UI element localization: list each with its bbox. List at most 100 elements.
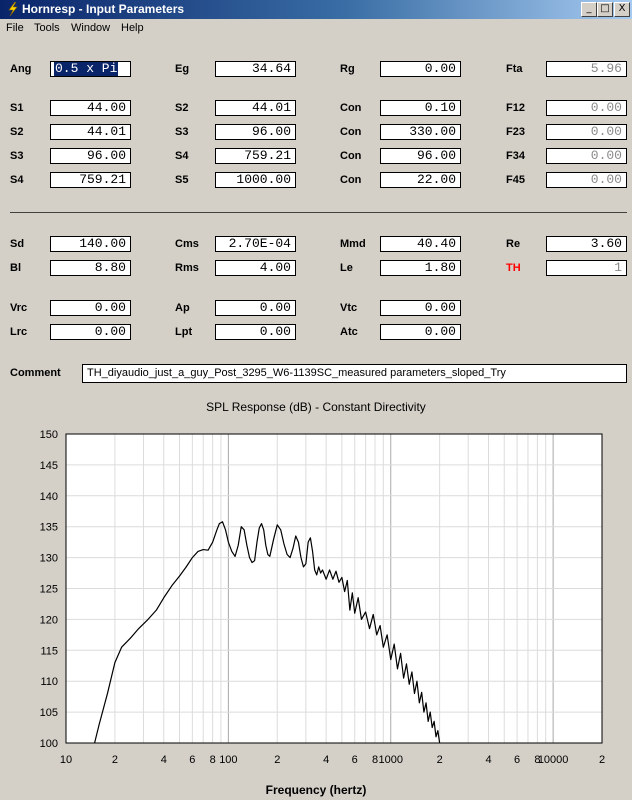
minimize-button[interactable]: _: [581, 2, 597, 17]
field-ap[interactable]: 0.00: [215, 300, 296, 316]
y-tick-label: 110: [40, 676, 58, 688]
label-rg: Rg: [340, 63, 355, 75]
x-tick-label: 2: [437, 754, 443, 766]
field-mmd[interactable]: 40.40: [380, 236, 461, 252]
close-button[interactable]: X: [614, 2, 630, 17]
y-tick-label: 115: [40, 645, 58, 657]
label-f45: F45: [506, 174, 525, 186]
label-comment: Comment: [10, 367, 61, 379]
label-s3-mid: S3: [175, 126, 189, 138]
field-ang[interactable]: 0.5 x Pi: [50, 61, 131, 77]
y-tick-label: 120: [40, 614, 58, 626]
chart-title: SPL Response (dB) - Constant Directivity: [206, 400, 426, 414]
field-f23[interactable]: 0.00: [546, 124, 627, 140]
label-lpt: Lpt: [175, 326, 193, 338]
label-s2-mid: S2: [175, 102, 189, 114]
maximize-button[interactable]: □: [597, 2, 613, 17]
field-s5[interactable]: 1000.00: [215, 172, 296, 188]
y-tick-label: 105: [40, 707, 58, 719]
label-vtc: Vtc: [340, 302, 358, 314]
menu-window[interactable]: Window: [71, 22, 110, 34]
field-s2-mid[interactable]: 44.01: [215, 100, 296, 116]
x-tick-label: 10000: [538, 754, 569, 766]
comment-field[interactable]: TH_diyaudio_just_a_guy_Post_3295_W6-1139…: [82, 364, 627, 383]
label-s1: S1: [10, 102, 24, 114]
spl-response-panel: 100 105 110 115 120 125 130 135 140 145 150 10 2 4 6 8 1…: [0, 389, 632, 800]
x-tick-label: 2: [274, 754, 280, 766]
label-th: TH: [506, 262, 521, 274]
field-vrc[interactable]: 0.00: [50, 300, 131, 316]
x-tick-label: 100: [219, 754, 237, 766]
y-tick-label: 140: [40, 491, 58, 503]
x-tick-label: 1000: [379, 754, 403, 766]
field-s4-mid[interactable]: 759.21: [215, 148, 296, 164]
label-cms: Cms: [175, 238, 199, 250]
field-cms[interactable]: 2.70E-04: [215, 236, 296, 252]
x-tick-label: 6: [352, 754, 358, 766]
field-f34[interactable]: 0.00: [546, 148, 627, 164]
label-con-2: Con: [340, 126, 362, 138]
menu-bar: File Tools Window Help: [0, 19, 632, 38]
title-bar[interactable]: Hornresp - Input Parameters _ □ X: [0, 0, 632, 19]
label-f34: F34: [506, 150, 525, 162]
field-lpt[interactable]: 0.00: [215, 324, 296, 340]
label-s3: S3: [10, 150, 24, 162]
field-f12[interactable]: 0.00: [546, 100, 627, 116]
field-con-2[interactable]: 330.00: [380, 124, 461, 140]
field-s3-mid[interactable]: 96.00: [215, 124, 296, 140]
field-s2[interactable]: 44.01: [50, 124, 131, 140]
field-sd[interactable]: 140.00: [50, 236, 131, 252]
menu-file[interactable]: File: [6, 22, 24, 34]
label-eg: Eg: [175, 63, 190, 75]
x-tick-label: 8: [372, 754, 378, 766]
label-vrc: Vrc: [10, 302, 28, 314]
label-le: Le: [340, 262, 353, 274]
section-divider: [10, 212, 627, 213]
field-rms[interactable]: 4.00: [215, 260, 296, 276]
field-eg[interactable]: 34.64: [215, 61, 296, 77]
label-ap: Ap: [175, 302, 190, 314]
label-s5: S5: [175, 174, 189, 186]
field-th[interactable]: 1: [546, 260, 627, 276]
field-s1[interactable]: 44.00: [50, 100, 131, 116]
label-bl: Bl: [10, 262, 21, 274]
label-mmd: Mmd: [340, 238, 366, 250]
field-ang-value: 0.5 x Pi: [54, 61, 119, 76]
field-bl[interactable]: 8.80: [50, 260, 131, 276]
field-s4[interactable]: 759.21: [50, 172, 131, 188]
label-lrc: Lrc: [10, 326, 28, 338]
y-tick-label: 135: [40, 522, 58, 534]
field-re[interactable]: 3.60: [546, 236, 627, 252]
field-con-3[interactable]: 96.00: [380, 148, 461, 164]
field-s3[interactable]: 96.00: [50, 148, 131, 164]
field-fta[interactable]: 5.96: [546, 61, 627, 77]
label-s4: S4: [10, 174, 24, 186]
label-con-1: Con: [340, 102, 362, 114]
x-tick-label: 6: [514, 754, 520, 766]
x-tick-label: 2: [112, 754, 118, 766]
input-parameters-window: Hornresp - Input Parameters _ □ X File T…: [0, 0, 632, 389]
y-tick-label: 125: [40, 584, 58, 596]
field-vtc[interactable]: 0.00: [380, 300, 461, 316]
field-con-1[interactable]: 0.10: [380, 100, 461, 116]
y-tick-label: 100: [40, 738, 58, 750]
y-tick-label: 145: [40, 460, 58, 472]
label-con-4: Con: [340, 174, 362, 186]
label-ang: Ang: [10, 63, 32, 75]
menu-tools[interactable]: Tools: [34, 22, 60, 34]
field-le[interactable]: 1.80: [380, 260, 461, 276]
field-con-4[interactable]: 22.00: [380, 172, 461, 188]
label-con-3: Con: [340, 150, 362, 162]
x-axis-label: Frequency (hertz): [266, 783, 367, 797]
y-tick-label: 130: [40, 553, 58, 565]
field-rg[interactable]: 0.00: [380, 61, 461, 77]
label-fta: Fta: [506, 63, 523, 75]
x-tick-label: 2: [599, 754, 605, 766]
field-atc[interactable]: 0.00: [380, 324, 461, 340]
field-f45[interactable]: 0.00: [546, 172, 627, 188]
label-sd: Sd: [10, 238, 25, 250]
label-re: Re: [506, 238, 521, 250]
label-s2: S2: [10, 126, 24, 138]
field-lrc[interactable]: 0.00: [50, 324, 131, 340]
menu-help[interactable]: Help: [121, 22, 144, 34]
